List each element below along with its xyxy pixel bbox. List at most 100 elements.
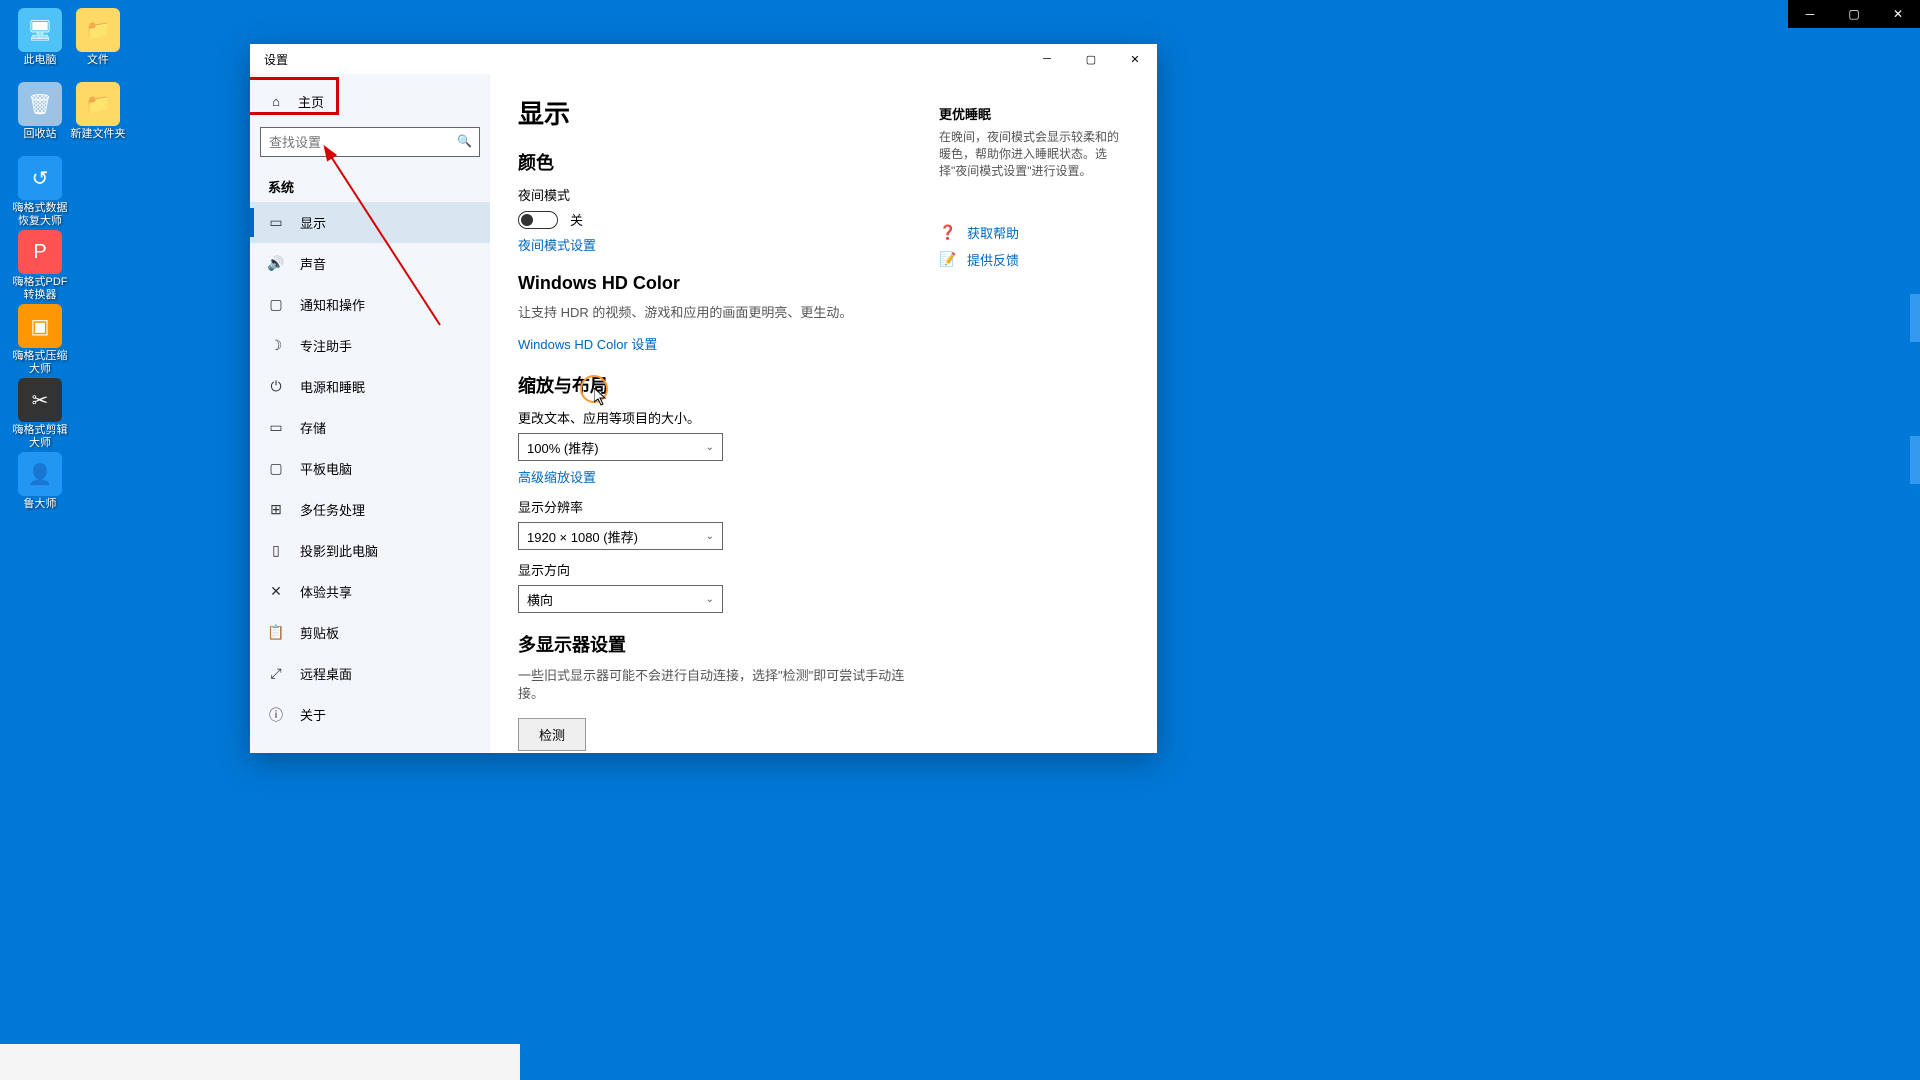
sidebar-item[interactable]: ⊞ 多任务处理 [250, 489, 490, 530]
multi-display-title: 多显示器设置 [518, 631, 909, 657]
scale-label: 更改文本、应用等项目的大小。 [518, 408, 909, 427]
maximize-button[interactable]: ▢ [1069, 44, 1113, 74]
minimize-button[interactable]: ─ [1025, 44, 1069, 74]
desktop-icon[interactable]: 👤鲁大师 [8, 452, 72, 511]
nav-icon: ⤢ [268, 666, 284, 682]
chevron-down-icon: ⌄ [706, 531, 714, 542]
desktop-icon[interactable]: 🖥此电脑 [8, 8, 72, 67]
night-mode-toggle[interactable] [518, 211, 558, 229]
get-help-label: 获取帮助 [967, 223, 1019, 242]
app-icon: ↺ [18, 156, 62, 200]
orientation-select[interactable]: 横向 ⌄ [518, 585, 723, 613]
sidebar-item[interactable]: ▢通知和操作 [250, 284, 490, 325]
nav-item-label: 平板电脑 [300, 459, 352, 478]
nav-item-label: 远程桌面 [300, 664, 352, 683]
advanced-scale-link[interactable]: 高级缩放设置 [518, 467, 596, 486]
feedback-link[interactable]: 📝 提供反馈 [939, 246, 1129, 273]
window-title: 设置 [250, 51, 288, 68]
desktop-icon-label: 新建文件夹 [66, 128, 130, 141]
close-button[interactable]: ✕ [1113, 44, 1157, 74]
nav-icon: ⓘ [268, 707, 284, 723]
sidebar-item[interactable]: ⓘ 关于 [250, 694, 490, 735]
sidebar: ⌂ 主页 🔍 系统 ▭显示🔊声音▢通知和操作☽专注助手⏻电源和睡眠▭存储▢平板电… [250, 74, 490, 753]
sidebar-item[interactable]: 🔊声音 [250, 243, 490, 284]
nav-section-title: 系统 [250, 163, 490, 202]
nav-item-label: 剪贴板 [300, 623, 339, 642]
night-mode-label: 夜间模式 [518, 185, 909, 204]
home-label: 主页 [298, 92, 324, 111]
nav-item-label: 关于 [300, 705, 326, 724]
help-icon: ❓ [939, 224, 955, 241]
resolution-select[interactable]: 1920 × 1080 (推荐) ⌄ [518, 522, 723, 550]
nav-item-label: 存储 [300, 418, 326, 437]
scale-select[interactable]: 100% (推荐) ⌄ [518, 433, 723, 461]
desktop-icon[interactable]: 🗑回收站 [8, 82, 72, 141]
ext-minimize-button[interactable]: ─ [1788, 0, 1832, 28]
sidebar-item[interactable]: 📋 剪贴板 [250, 612, 490, 653]
settings-window: 设置 ─ ▢ ✕ ⌂ 主页 🔍 系统 ▭显示🔊声音▢通知和操作☽专注助手⏻电源和… [250, 44, 1157, 753]
nav-icon: ▯ [268, 543, 284, 559]
desktop-icon[interactable]: ↺嗨格式数据恢复大师 [8, 156, 72, 228]
sidebar-item[interactable]: ▭显示 [250, 202, 490, 243]
desktop-icon-label: 文件 [66, 54, 130, 67]
desktop-icon-label: 嗨格式PDF转换器 [8, 276, 72, 302]
sidebar-item[interactable]: ▭存储 [250, 407, 490, 448]
desktop-icon[interactable]: ▣嗨格式压缩大师 [8, 304, 72, 376]
home-link[interactable]: ⌂ 主页 [250, 82, 490, 121]
app-icon: 📁 [76, 8, 120, 52]
hd-color-link[interactable]: Windows HD Color 设置 [518, 334, 657, 353]
app-icon: ✂ [18, 378, 62, 422]
night-mode-state: 关 [570, 210, 583, 229]
feedback-icon: 📝 [939, 251, 955, 268]
home-icon: ⌂ [268, 94, 284, 110]
desktop-icon-label: 嗨格式压缩大师 [8, 350, 72, 376]
nav-item-label: 多任务处理 [300, 500, 365, 519]
desktop-icon-label: 嗨格式数据恢复大师 [8, 202, 72, 228]
sidebar-item[interactable]: ▢平板电脑 [250, 448, 490, 489]
nav-icon: 🔊 [268, 256, 284, 272]
get-help-link[interactable]: ❓ 获取帮助 [939, 219, 1129, 246]
hd-color-desc: 让支持 HDR 的视频、游戏和应用的画面更明亮、更生动。 [518, 304, 909, 322]
desktop-icon[interactable]: P嗨格式PDF转换器 [8, 230, 72, 302]
desktop-icon-label: 嗨格式剪辑大师 [8, 424, 72, 450]
desktop-icon[interactable]: 📁 新建文件夹 [66, 82, 130, 141]
sidebar-item[interactable]: ✕体验共享 [250, 571, 490, 612]
ext-close-button[interactable]: ✕ [1876, 0, 1920, 28]
detect-button[interactable]: 检测 [518, 718, 586, 751]
app-icon: 🖥 [18, 8, 62, 52]
edge-bar [1910, 436, 1920, 484]
app-icon: 👤 [18, 452, 62, 496]
aside-sleep-title: 更优睡眠 [939, 104, 1129, 123]
nav-icon: 📋 [268, 625, 284, 641]
sidebar-item[interactable]: ▯ 投影到此电脑 [250, 530, 490, 571]
nav-icon: ▭ [268, 215, 284, 231]
scale-value: 100% (推荐) [527, 438, 599, 457]
scale-section-title: 缩放与布局 [518, 372, 909, 398]
chevron-down-icon: ⌄ [706, 594, 714, 605]
desktop-icon[interactable]: ✂嗨格式剪辑大师 [8, 378, 72, 450]
orientation-label: 显示方向 [518, 560, 909, 579]
aside-sleep-desc: 在晚间，夜间模式会显示较柔和的暖色，帮助你进入睡眠状态。选择"夜间模式设置"进行… [939, 129, 1129, 179]
nav-item-label: 投影到此电脑 [300, 541, 378, 560]
external-titlebar: ─ ▢ ✕ [1788, 0, 1920, 28]
nav-item-label: 电源和睡眠 [300, 377, 365, 396]
nav-icon: ⊞ [268, 502, 284, 518]
taskbar[interactable] [0, 1044, 520, 1080]
chevron-down-icon: ⌄ [706, 442, 714, 453]
desktop-icon[interactable]: 📁 文件 [66, 8, 130, 67]
sidebar-item[interactable]: ⏻电源和睡眠 [250, 366, 490, 407]
resolution-value: 1920 × 1080 (推荐) [527, 527, 638, 546]
search-input[interactable] [260, 127, 480, 157]
night-mode-settings-link[interactable]: 夜间模式设置 [518, 235, 596, 254]
multi-display-desc: 一些旧式显示器可能不会进行自动连接，选择"检测"即可尝试手动连接。 [518, 667, 909, 703]
app-icon: 📁 [76, 82, 120, 126]
page-title: 显示 [518, 94, 909, 131]
ext-maximize-button[interactable]: ▢ [1832, 0, 1876, 28]
sidebar-item[interactable]: ⤢ 远程桌面 [250, 653, 490, 694]
desktop-icon-label: 回收站 [8, 128, 72, 141]
nav-icon: ☽ [268, 338, 284, 354]
annotation-red-box [250, 77, 339, 115]
edge-bar [1910, 294, 1920, 342]
app-icon: ▣ [18, 304, 62, 348]
sidebar-item[interactable]: ☽专注助手 [250, 325, 490, 366]
